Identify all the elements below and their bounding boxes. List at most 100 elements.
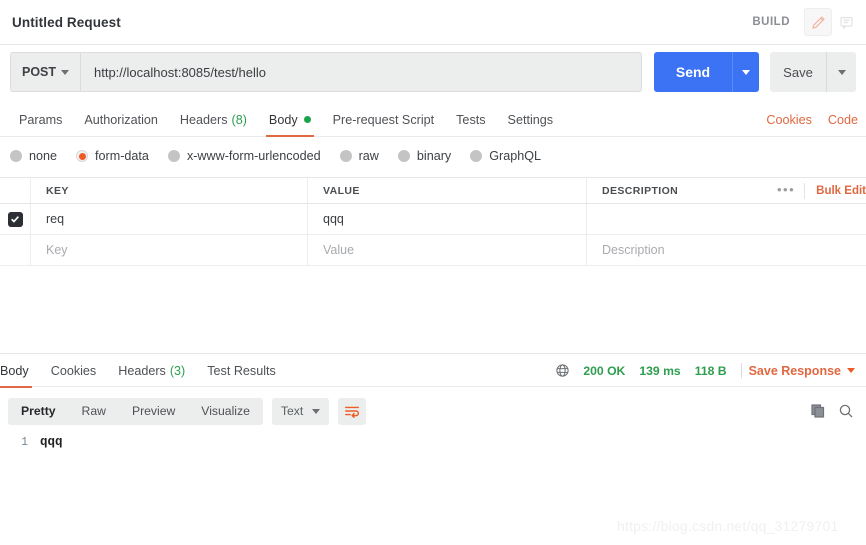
tab-label: Headers (179, 112, 228, 127)
chevron-down-icon (312, 408, 321, 414)
response-format-value: Text (280, 404, 304, 418)
request-tabs: Params Authorization Headers (8) Body Pr… (0, 103, 866, 137)
comment-icon[interactable] (832, 8, 860, 36)
build-label: BUILD (752, 16, 790, 28)
request-tabs-links: Cookies Code (758, 103, 866, 136)
row-key-cell[interactable]: req (31, 204, 308, 234)
title-bar-actions: BUILD (752, 8, 866, 36)
view-raw-button[interactable]: Raw (69, 398, 119, 425)
radio-label: binary (416, 149, 452, 163)
send-button-group: Send (654, 52, 759, 92)
response-tab-test-results[interactable]: Test Results (196, 354, 287, 387)
row-checkbox-cell-empty[interactable] (0, 235, 31, 265)
url-input[interactable]: http://localhost:8085/test/hello (80, 52, 642, 92)
header-key-cell: KEY (31, 178, 308, 203)
tab-settings[interactable]: Settings (497, 103, 565, 136)
code-link[interactable]: Code (820, 113, 866, 127)
tab-authorization[interactable]: Authorization (73, 103, 169, 136)
row-value-cell[interactable]: qqq (308, 204, 587, 234)
new-description-input[interactable]: Description (587, 235, 866, 265)
radio-label: raw (358, 149, 379, 163)
response-body-viewer[interactable]: 1 qqq (0, 431, 866, 511)
chevron-down-icon (61, 69, 69, 75)
response-format-select[interactable]: Text (271, 397, 330, 425)
http-method-select[interactable]: POST (10, 52, 80, 92)
response-meta: 200 OK 139 ms 118 B Save Response (549, 354, 866, 387)
column-header-value: VALUE (323, 184, 360, 197)
send-options-button[interactable] (732, 52, 759, 92)
body-type-form-data[interactable]: form-data (76, 149, 149, 163)
table-header-row: KEY VALUE DESCRIPTION ••• Bulk Edit (0, 177, 866, 204)
radio-label: x-www-form-urlencoded (186, 149, 321, 163)
line-content: qqq (40, 435, 63, 449)
tab-label: Headers (118, 363, 166, 378)
response-size: 118 B (694, 363, 727, 378)
save-response-button[interactable]: Save Response (749, 364, 847, 378)
copy-icon[interactable] (810, 403, 826, 419)
new-value-placeholder: Value (323, 243, 355, 257)
response-tab-headers[interactable]: Headers (3) (107, 354, 196, 387)
radio-label: GraphQL (489, 149, 542, 163)
pencil-icon[interactable] (804, 8, 832, 36)
row-checkbox-cell[interactable] (0, 204, 31, 234)
column-header-key: KEY (46, 184, 69, 197)
response-view-toolbar: Pretty Raw Preview Visualize Text (0, 391, 866, 431)
header-checkbox-cell (0, 178, 31, 203)
line-number: 1 (21, 435, 28, 449)
tab-label: Test Results (207, 363, 276, 378)
body-type-graphql[interactable]: GraphQL (470, 149, 541, 163)
new-value-input[interactable]: Value (308, 235, 587, 265)
new-key-placeholder: Key (46, 243, 68, 257)
response-view-switcher: Pretty Raw Preview Visualize (8, 397, 263, 425)
radio-icon (397, 150, 410, 162)
response-tab-cookies[interactable]: Cookies (40, 354, 108, 387)
save-button[interactable]: Save (770, 52, 826, 92)
tab-params[interactable]: Params (8, 103, 73, 136)
row-value-value: qqq (323, 212, 344, 226)
tab-body[interactable]: Body (258, 103, 322, 137)
table-row[interactable]: req qqq (0, 204, 866, 235)
row-description-cell[interactable] (587, 204, 866, 234)
url-bar: POST http://localhost:8085/test/hello Se… (0, 46, 866, 98)
bulk-edit-link[interactable]: Bulk Edit (805, 185, 866, 197)
tab-tests[interactable]: Tests (445, 103, 496, 136)
tab-pre-request-script[interactable]: Pre-request Script (322, 103, 446, 136)
chevron-down-icon[interactable] (847, 368, 855, 373)
row-checkbox-checked-icon[interactable] (7, 211, 23, 227)
new-key-input[interactable]: Key (31, 235, 308, 265)
watermark: https://blog.csdn.net/qq_31279701 (617, 518, 839, 534)
view-visualize-button[interactable]: Visualize (188, 398, 263, 425)
table-row-empty[interactable]: Key Value Description (0, 235, 866, 266)
body-type-binary[interactable]: binary (397, 149, 452, 163)
radio-icon (167, 150, 180, 162)
cookies-link[interactable]: Cookies (758, 113, 820, 127)
response-toolbar-actions (810, 403, 866, 419)
globe-icon[interactable] (549, 363, 576, 378)
radio-label: form-data (95, 149, 149, 163)
status-badge: 200 OK (583, 363, 626, 378)
http-method-value: POST (22, 65, 57, 79)
new-description-placeholder: Description (602, 243, 665, 257)
body-type-x-www-form-urlencoded[interactable]: x-www-form-urlencoded (167, 149, 321, 163)
more-options-icon[interactable]: ••• (768, 182, 806, 199)
radio-selected-icon (76, 150, 89, 162)
send-button[interactable]: Send (654, 52, 732, 92)
header-value-cell: VALUE (308, 178, 587, 203)
radio-icon (339, 150, 352, 162)
postman-window: Untitled Request BUILD POST http://local… (0, 0, 866, 545)
view-preview-button[interactable]: Preview (119, 398, 188, 425)
radio-icon (470, 150, 483, 162)
tab-headers[interactable]: Headers (8) (169, 103, 258, 136)
request-title-bar: Untitled Request BUILD (0, 0, 866, 45)
tab-label: Body (0, 363, 29, 378)
search-icon[interactable] (838, 403, 854, 419)
body-type-none[interactable]: none (10, 149, 57, 163)
form-data-table: KEY VALUE DESCRIPTION ••• Bulk Edit req … (0, 177, 866, 266)
response-tab-body[interactable]: Body (0, 354, 40, 388)
tab-label: Cookies (50, 363, 97, 378)
body-type-raw[interactable]: raw (339, 149, 379, 163)
word-wrap-icon[interactable] (338, 397, 367, 425)
save-options-button[interactable] (826, 52, 856, 92)
view-pretty-button[interactable]: Pretty (8, 398, 69, 425)
chevron-down-icon (742, 69, 750, 75)
